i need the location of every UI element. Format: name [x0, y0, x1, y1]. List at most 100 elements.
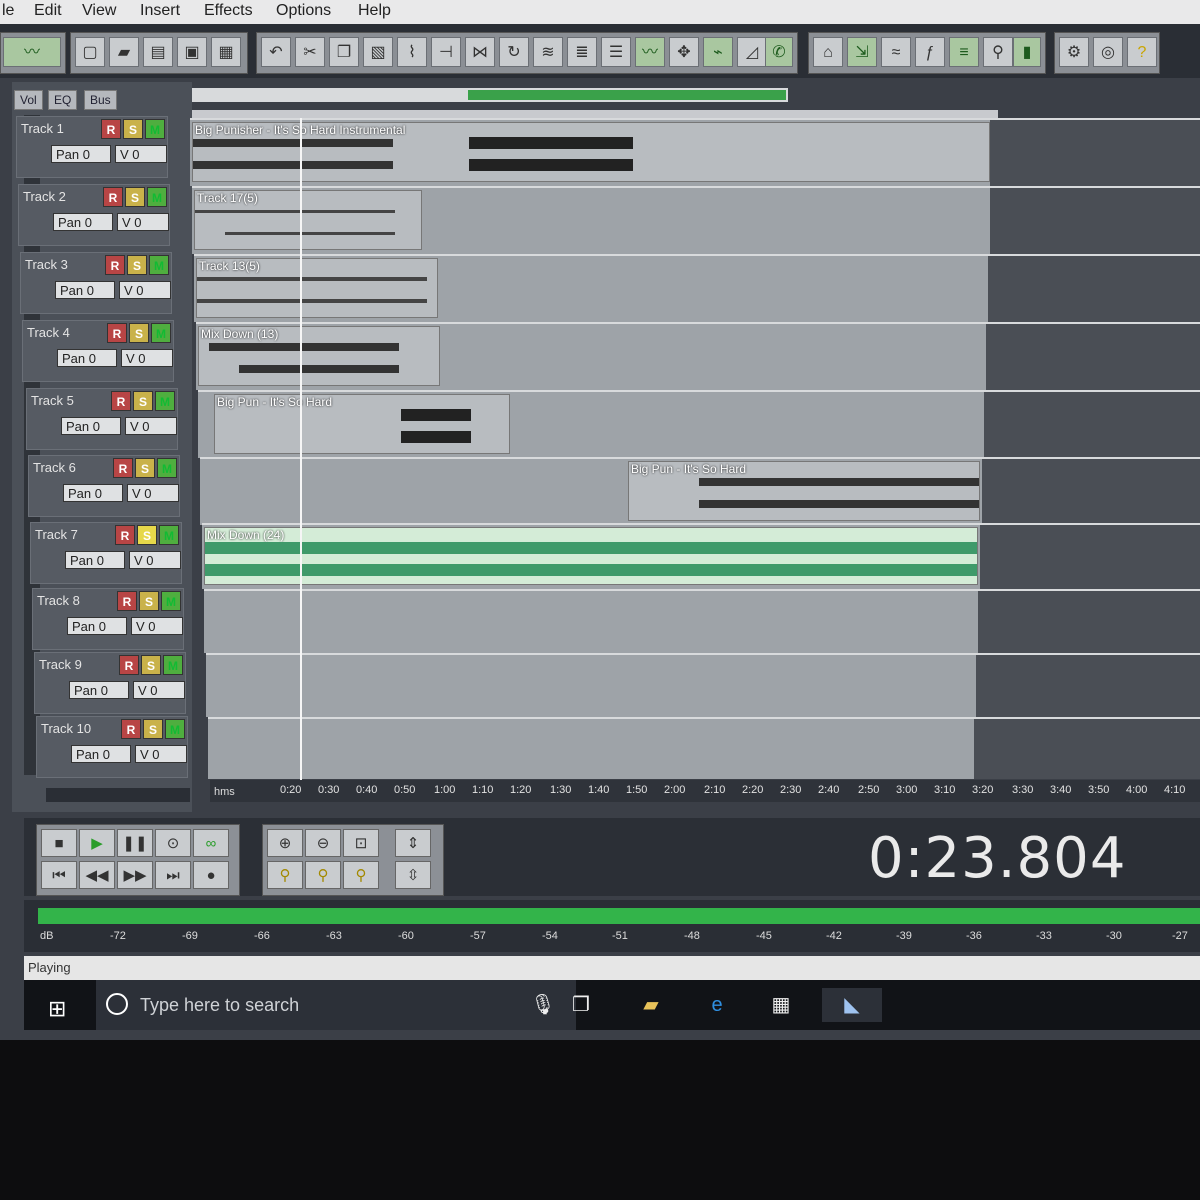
solo-button[interactable]: S [133, 391, 153, 411]
align-icon[interactable]: ☰ [601, 37, 631, 67]
envelope-icon[interactable]: ⌁ [703, 37, 733, 67]
play-icon[interactable]: ▶ [79, 829, 115, 857]
rewind-icon[interactable]: ◀◀ [79, 861, 115, 889]
effect-1-icon[interactable]: ⌂ [813, 37, 843, 67]
record-arm-button[interactable]: R [117, 591, 137, 611]
task-view-icon[interactable]: ❐ [564, 988, 598, 1022]
save-as-icon[interactable]: ▦ [211, 37, 241, 67]
edge-icon[interactable]: e [700, 988, 734, 1022]
store-icon[interactable]: ▦ [764, 988, 798, 1022]
volume-field[interactable]: V 0 [129, 551, 181, 569]
audio-clip-selected[interactable]: Mix Down (24) [204, 527, 978, 585]
normalize-icon[interactable]: ≋ [533, 37, 563, 67]
save-icon[interactable]: ▣ [177, 37, 207, 67]
audio-clip[interactable]: Big Pun - It's So Hard [628, 461, 980, 521]
pan-field[interactable]: Pan 0 [65, 551, 125, 569]
mute-button[interactable]: M [165, 719, 185, 739]
solo-button[interactable]: S [127, 255, 147, 275]
audio-clip[interactable]: Track 17(5) [194, 190, 422, 250]
menu-options[interactable]: Options [276, 2, 331, 20]
trim-icon[interactable]: ⊣ [431, 37, 461, 67]
pan-field[interactable]: Pan 0 [57, 349, 117, 367]
audio-clip[interactable]: Big Pun - It's So Hard [214, 394, 510, 454]
mute-button[interactable]: M [147, 187, 167, 207]
paste-icon[interactable]: ▧ [363, 37, 393, 67]
volume-field[interactable]: V 0 [115, 145, 167, 163]
menu-view[interactable]: View [82, 2, 116, 20]
mute-button[interactable]: M [145, 119, 165, 139]
solo-button[interactable]: S [129, 323, 149, 343]
go-end-icon[interactable]: ⏭ [155, 861, 191, 889]
track-lane-9[interactable] [206, 653, 1200, 717]
cut-icon[interactable]: ✂ [295, 37, 325, 67]
solo-button[interactable]: S [139, 591, 159, 611]
amplify-icon[interactable]: ≣ [567, 37, 597, 67]
mute-button[interactable]: M [155, 391, 175, 411]
zoom-vertical-in-icon[interactable]: ⇕ [395, 829, 431, 857]
help-icon[interactable]: ? [1127, 37, 1157, 67]
volume-field[interactable]: V 0 [127, 484, 179, 502]
wet-icon[interactable]: ≈ [881, 37, 911, 67]
sen-icon[interactable]: ≡ [949, 37, 979, 67]
windows-start-icon[interactable]: ⊞ [48, 996, 66, 1022]
solo-button[interactable]: S [141, 655, 161, 675]
mute-button[interactable]: M [149, 255, 169, 275]
track-lane-8[interactable] [204, 589, 1200, 653]
track-lane-10[interactable] [208, 717, 1200, 779]
zoom-out-full-icon[interactable]: ⚲ [305, 861, 341, 889]
zoom-selection-icon[interactable]: ⊡ [343, 829, 379, 857]
playhead-cursor[interactable] [300, 118, 302, 788]
zoom-in-icon[interactable]: ⊕ [267, 829, 303, 857]
zoom-vertical-out-icon[interactable]: ⇳ [395, 861, 431, 889]
file-explorer-icon[interactable]: ▰ [634, 988, 668, 1022]
menu-file[interactable]: le [2, 2, 14, 20]
open-folder-icon[interactable]: ▰ [109, 37, 139, 67]
tab-bus[interactable]: Bus [84, 90, 117, 110]
crossfade-icon[interactable]: ⋈ [465, 37, 495, 67]
mute-button[interactable]: M [151, 323, 171, 343]
pan-field[interactable]: Pan 0 [53, 213, 113, 231]
mic-icon[interactable]: 🎙 [526, 988, 560, 1022]
mute-button[interactable]: M [161, 591, 181, 611]
fast-forward-icon[interactable]: ▶▶ [117, 861, 153, 889]
horizontal-scrollbar[interactable] [46, 788, 190, 802]
pan-field[interactable]: Pan 0 [55, 281, 115, 299]
record-arm-button[interactable]: R [113, 458, 133, 478]
loop-icon[interactable]: ∞ [193, 829, 229, 857]
pan-field[interactable]: Pan 0 [63, 484, 123, 502]
mute-button[interactable]: M [159, 525, 179, 545]
menu-insert[interactable]: Insert [140, 2, 180, 20]
volume-field[interactable]: V 0 [117, 213, 169, 231]
split-icon[interactable]: ⌇ [397, 37, 427, 67]
new-icon[interactable]: ▢ [75, 37, 105, 67]
volume-field[interactable]: V 0 [133, 681, 185, 699]
solo-button[interactable]: S [137, 525, 157, 545]
audio-clip[interactable]: Big Punisher - It's So Hard Instrumental [192, 122, 990, 182]
menu-effects[interactable]: Effects [204, 2, 253, 20]
menu-help[interactable]: Help [358, 2, 391, 20]
loop-region-icon[interactable]: ↻ [499, 37, 529, 67]
menu-edit[interactable]: Edit [34, 2, 62, 20]
zoom-fit-icon[interactable]: ⚲ [343, 861, 379, 889]
fx-icon[interactable]: ƒ [915, 37, 945, 67]
volume-field[interactable]: V 0 [135, 745, 187, 763]
overview-scrollbar[interactable] [188, 88, 788, 102]
pan-field[interactable]: Pan 0 [61, 417, 121, 435]
record-arm-button[interactable]: R [105, 255, 125, 275]
audio-editor-icon[interactable]: ◣ [822, 988, 882, 1022]
effect-2-icon[interactable]: ⇲ [847, 37, 877, 67]
solo-button[interactable]: S [135, 458, 155, 478]
print-icon[interactable]: ▤ [143, 37, 173, 67]
go-start-icon[interactable]: ⏮ [41, 861, 77, 889]
pan-field[interactable]: Pan 0 [69, 681, 129, 699]
record-loop-icon[interactable]: ⊙ [155, 829, 191, 857]
drag-tool-icon[interactable]: ✥ [669, 37, 699, 67]
volume-field[interactable]: V 0 [119, 281, 171, 299]
record-arm-button[interactable]: R [119, 655, 139, 675]
volume-field[interactable]: V 0 [125, 417, 177, 435]
fade-icon[interactable]: ◿ [737, 37, 767, 67]
solo-button[interactable]: S [123, 119, 143, 139]
volume-field[interactable]: V 0 [131, 617, 183, 635]
record-arm-button[interactable]: R [111, 391, 131, 411]
tab-eq[interactable]: EQ [48, 90, 78, 110]
